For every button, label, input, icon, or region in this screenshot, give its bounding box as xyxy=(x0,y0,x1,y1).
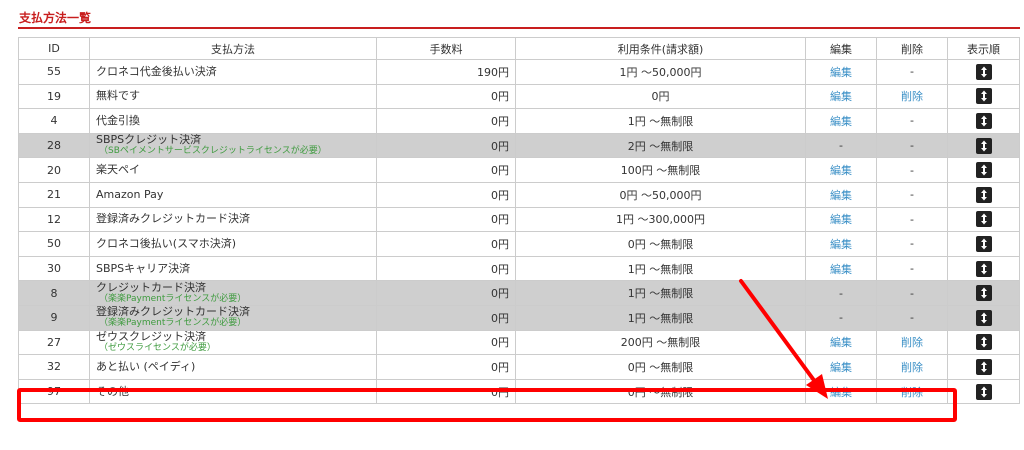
annotation-arrow-icon xyxy=(739,279,828,399)
